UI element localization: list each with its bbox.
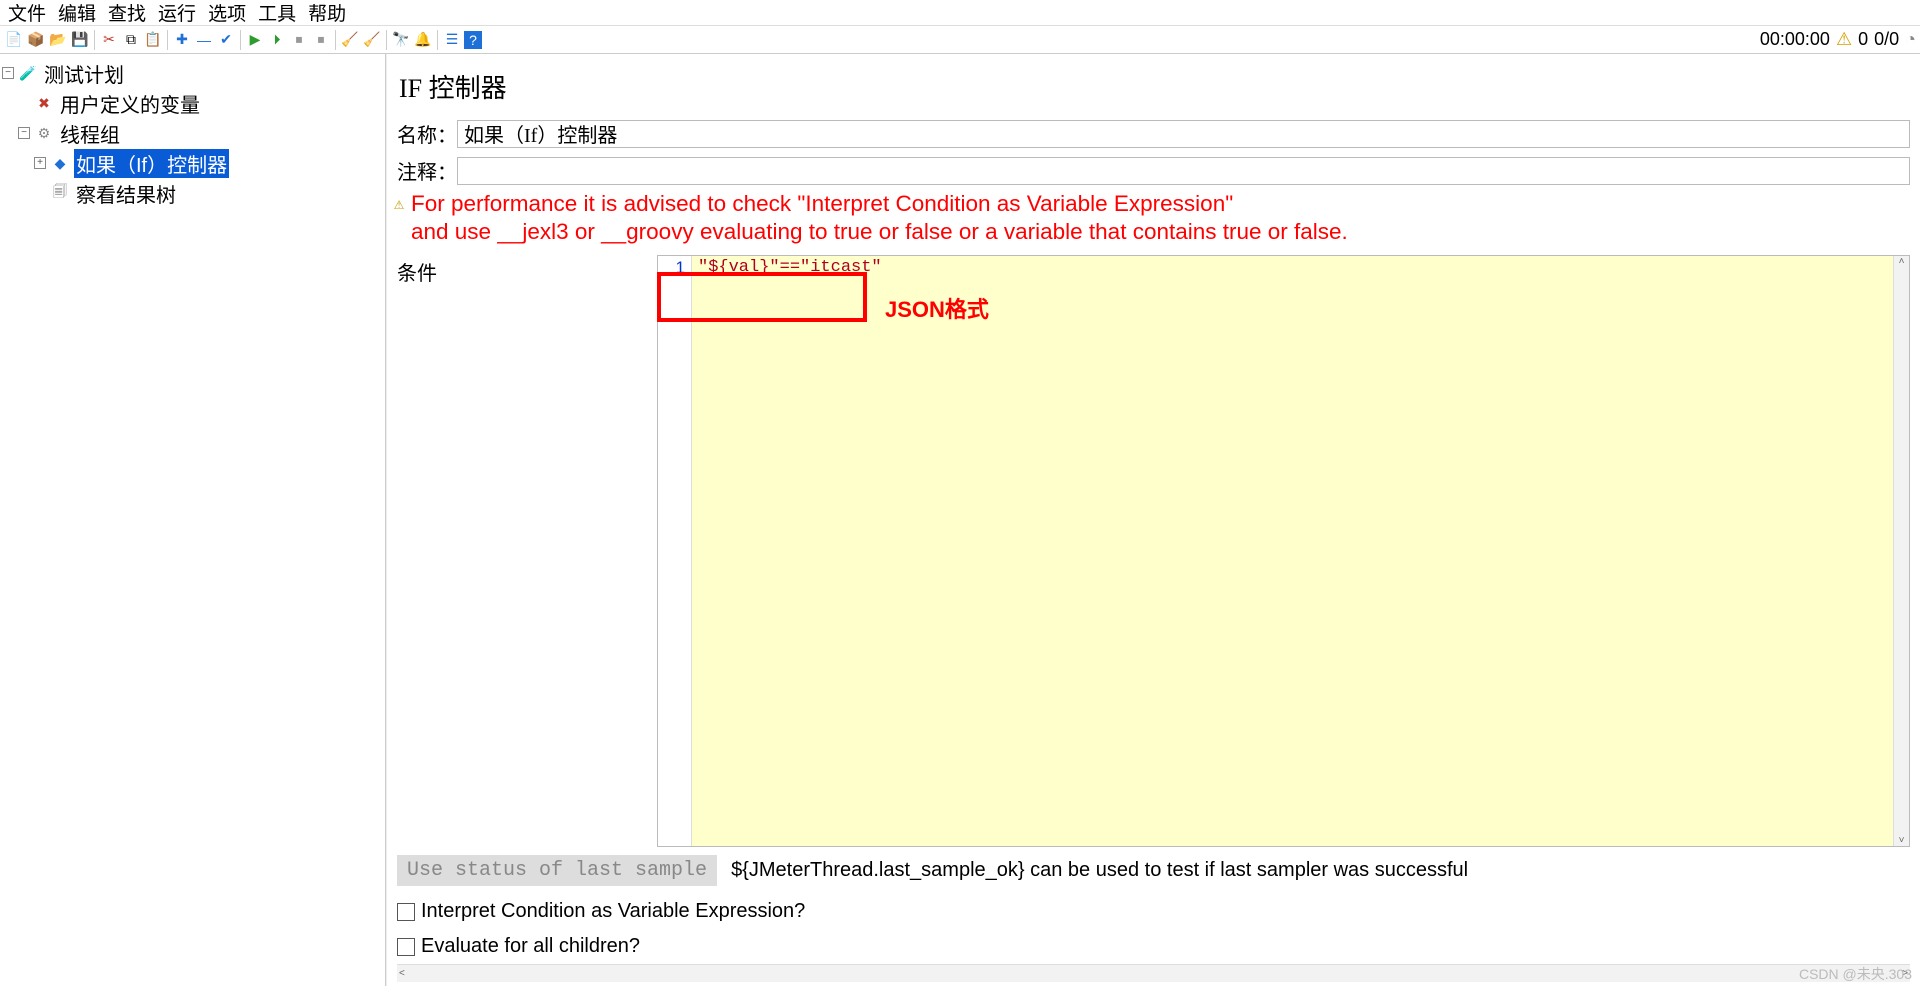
- reset-search-icon[interactable]: 🔔: [413, 30, 433, 50]
- tree-node-user-defined-vars[interactable]: ✖ 用户定义的变量: [2, 88, 383, 118]
- last-sample-row: Use status of last sample ${JMeterThread…: [387, 847, 1920, 894]
- menu-search[interactable]: 查找: [104, 0, 150, 26]
- clear-icon[interactable]: 🧹: [340, 30, 360, 50]
- separator: [240, 30, 241, 50]
- expand-icon[interactable]: +: [34, 157, 46, 169]
- tree-label: 线程组: [58, 119, 122, 148]
- vertical-scrollbar[interactable]: ˄˅: [1893, 256, 1909, 846]
- tree-label: 用户定义的变量: [58, 89, 202, 118]
- name-label: 名称：: [397, 119, 457, 148]
- function-helper-icon[interactable]: ☰: [442, 30, 462, 50]
- comment-input[interactable]: [457, 157, 1910, 185]
- search-icon[interactable]: 🔭: [391, 30, 411, 50]
- paste-icon[interactable]: 📋: [143, 30, 163, 50]
- elapsed-time: 00:00:00: [1760, 29, 1830, 50]
- stop-icon[interactable]: ⏹: [289, 30, 309, 50]
- comment-label: 注释：: [397, 156, 457, 185]
- warning-icon: ⚠: [391, 197, 407, 213]
- menu-help[interactable]: 帮助: [304, 0, 350, 26]
- menu-tools[interactable]: 工具: [254, 0, 300, 26]
- tree-root-test-plan[interactable]: − 🧪 测试计划: [2, 58, 383, 88]
- main-area: − 🧪 测试计划 ✖ 用户定义的变量 − ⚙ 线程组 + ◆ 如果（If）控制器…: [0, 54, 1920, 986]
- use-last-sample-button[interactable]: Use status of last sample: [397, 855, 717, 886]
- save-icon[interactable]: 💾: [70, 30, 90, 50]
- toolbar-status: 00:00:00 ⚠ 0 0/0 ◔: [1760, 29, 1916, 50]
- line-number: 1: [676, 258, 685, 277]
- line-gutter: 1: [658, 256, 692, 846]
- interpret-condition-row[interactable]: Interpret Condition as Variable Expressi…: [387, 894, 1920, 929]
- toolbar: 📄 📦 📂 💾 ✂ ⧉ 📋 ✚ — ✔ ▶ ⏵ ⏹ ⏹ 🧹 🧹 🔭 🔔 ☰ ? …: [0, 26, 1920, 54]
- tree-label: 察看结果树: [74, 179, 178, 208]
- thread-group-icon: ⚙: [34, 124, 54, 142]
- interpret-label: Interpret Condition as Variable Expressi…: [421, 900, 805, 923]
- separator: [167, 30, 168, 50]
- test-plan-icon: 🧪: [18, 64, 38, 82]
- tree-node-view-results-tree[interactable]: 🗐 察看结果树: [2, 178, 383, 208]
- status-indicator-icon: ◔: [1905, 29, 1916, 50]
- menu-options[interactable]: 选项: [204, 0, 250, 26]
- menu-file[interactable]: 文件: [4, 0, 50, 26]
- warn-line1: For performance it is advised to check "…: [411, 191, 1233, 216]
- separator: [386, 30, 387, 50]
- templates-icon[interactable]: 📦: [26, 30, 46, 50]
- thread-ratio: 0/0: [1874, 29, 1899, 50]
- warn-line2: and use __jexl3 or __groovy evaluating t…: [411, 219, 1348, 244]
- help-icon[interactable]: ?: [464, 31, 482, 49]
- last-sample-hint: ${JMeterThread.last_sample_ok} can be us…: [731, 859, 1468, 882]
- condition-code[interactable]: "${val}"=="itcast": [692, 256, 1909, 846]
- if-controller-icon: ◆: [50, 154, 70, 172]
- shutdown-icon[interactable]: ⏹: [311, 30, 331, 50]
- start-notimers-icon[interactable]: ⏵: [267, 30, 287, 50]
- condition-row: 条件 1 "${val}"=="itcast" ˄˅: [387, 249, 1920, 847]
- panel-title: IF 控制器: [387, 54, 1920, 115]
- tree-label: 测试计划: [42, 59, 126, 88]
- copy-icon[interactable]: ⧉: [121, 30, 141, 50]
- tree-node-thread-group[interactable]: − ⚙ 线程组: [2, 118, 383, 148]
- expand-icon[interactable]: ✚: [172, 30, 192, 50]
- name-row: 名称：: [387, 115, 1920, 152]
- start-icon[interactable]: ▶: [245, 30, 265, 50]
- condition-label: 条件: [397, 255, 457, 847]
- menu-bar: 文件 编辑 查找 运行 选项 工具 帮助: [0, 0, 1920, 26]
- clear-all-icon[interactable]: 🧹: [362, 30, 382, 50]
- toggle-icon[interactable]: ✔: [216, 30, 236, 50]
- separator: [437, 30, 438, 50]
- collapse-icon[interactable]: −: [18, 127, 30, 139]
- new-icon[interactable]: 📄: [4, 30, 24, 50]
- warning-icon: ⚠: [1836, 29, 1852, 50]
- editor-panel: IF 控制器 名称： 注释： ⚠ For performance it is a…: [386, 54, 1920, 986]
- performance-warning: ⚠ For performance it is advised to check…: [387, 189, 1920, 249]
- results-tree-icon: 🗐: [50, 184, 70, 202]
- menu-run[interactable]: 运行: [154, 0, 200, 26]
- interpret-checkbox[interactable]: [397, 903, 415, 921]
- tree-node-if-controller[interactable]: + ◆ 如果（If）控制器: [2, 148, 383, 178]
- menu-edit[interactable]: 编辑: [54, 0, 100, 26]
- collapse-icon[interactable]: —: [194, 30, 214, 50]
- cut-icon[interactable]: ✂: [99, 30, 119, 50]
- watermark: CSDN @未央.303: [1799, 964, 1912, 984]
- tree-label-selected: 如果（If）控制器: [74, 149, 229, 178]
- test-plan-tree[interactable]: − 🧪 测试计划 ✖ 用户定义的变量 − ⚙ 线程组 + ◆ 如果（If）控制器…: [0, 54, 386, 986]
- condition-editor[interactable]: 1 "${val}"=="itcast" ˄˅: [657, 255, 1910, 847]
- evaluate-children-row[interactable]: Evaluate for all children?: [387, 929, 1920, 964]
- horizontal-scrollbar[interactable]: ˂˃: [397, 964, 1910, 982]
- evaluate-checkbox[interactable]: [397, 938, 415, 956]
- warning-count: 0: [1858, 29, 1868, 50]
- warning-text: For performance it is advised to check "…: [411, 191, 1348, 247]
- separator: [335, 30, 336, 50]
- separator: [94, 30, 95, 50]
- vars-icon: ✖: [34, 94, 54, 112]
- collapse-icon[interactable]: −: [2, 67, 14, 79]
- evaluate-label: Evaluate for all children?: [421, 935, 640, 958]
- comment-row: 注释：: [387, 152, 1920, 189]
- open-icon[interactable]: 📂: [48, 30, 68, 50]
- name-input[interactable]: [457, 120, 1910, 148]
